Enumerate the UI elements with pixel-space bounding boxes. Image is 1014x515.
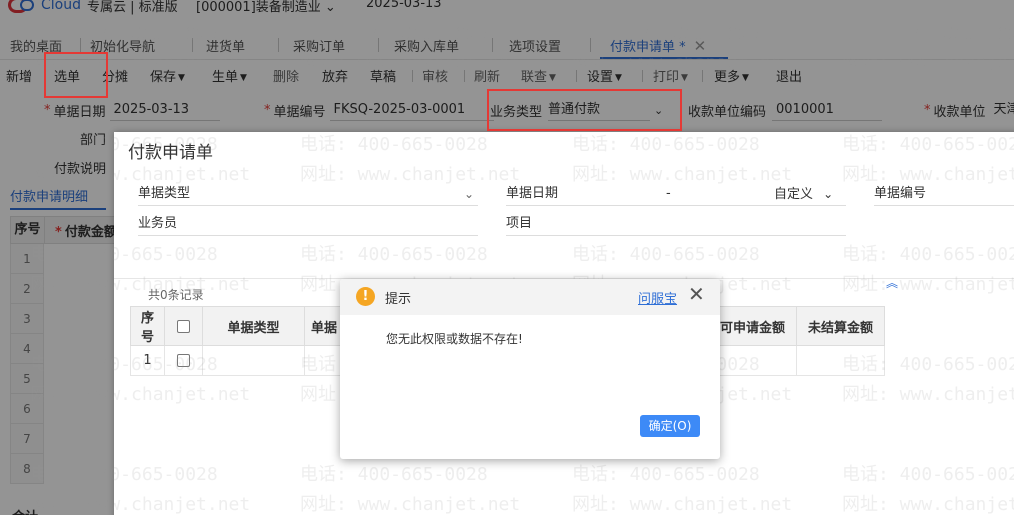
alert-title: 提示: [385, 292, 412, 307]
col-applicable-amount: 可申请金额: [708, 306, 797, 346]
chevron-down-icon: ⌄: [823, 187, 834, 201]
warning-icon: !: [356, 287, 375, 306]
col-doc-type: 单据类型: [202, 306, 305, 346]
filter-doc-no[interactable]: 单据编号: [874, 182, 1014, 206]
col-select-all: [164, 306, 203, 346]
row-doc-type: [202, 345, 305, 376]
help-link[interactable]: 问服宝: [638, 288, 677, 307]
alert-dialog: ! 提示 问服宝 ✕ 您无此权限或数据不存在! 确定(O): [340, 279, 720, 459]
ok-button[interactable]: 确定(O): [640, 415, 700, 437]
filter-doc-date: 单据日期 - 自定义 ⌄: [506, 182, 846, 206]
row-no: 1: [130, 345, 165, 376]
col-unsettled-amount: 未结算金额: [796, 306, 885, 346]
filter-doc-type[interactable]: 单据类型 ⌄: [138, 182, 478, 206]
dialog-title: 付款申请单: [128, 143, 213, 163]
row-applicable-amount: [708, 345, 797, 376]
row-checkbox[interactable]: [177, 354, 190, 367]
date-range-separator: -: [666, 186, 671, 201]
chevron-down-icon: ⌄: [463, 187, 474, 201]
alert-message: 您无此权限或数据不存在!: [386, 332, 523, 346]
filter-project[interactable]: 项目: [506, 212, 846, 236]
collapse-up-icon[interactable]: ︽: [886, 274, 898, 291]
filter-doc-date-label: 单据日期: [506, 186, 559, 201]
filter-project-label: 项目: [506, 216, 533, 231]
filter-doc-no-label: 单据编号: [874, 186, 927, 201]
row-check-cell: [164, 345, 203, 376]
close-icon[interactable]: ✕: [688, 284, 705, 304]
select-all-checkbox[interactable]: [177, 319, 190, 333]
record-count: 共0条记录: [148, 288, 204, 302]
filter-doc-type-label: 单据类型: [138, 186, 191, 201]
filter-salesman[interactable]: 业务员: [138, 212, 478, 236]
date-mode-label: 自定义: [774, 187, 814, 202]
date-mode-select[interactable]: 自定义 ⌄: [774, 182, 833, 207]
row-unsettled-amount: [796, 345, 885, 376]
filter-salesman-label: 业务员: [138, 216, 178, 231]
col-no: 序号: [130, 306, 165, 346]
